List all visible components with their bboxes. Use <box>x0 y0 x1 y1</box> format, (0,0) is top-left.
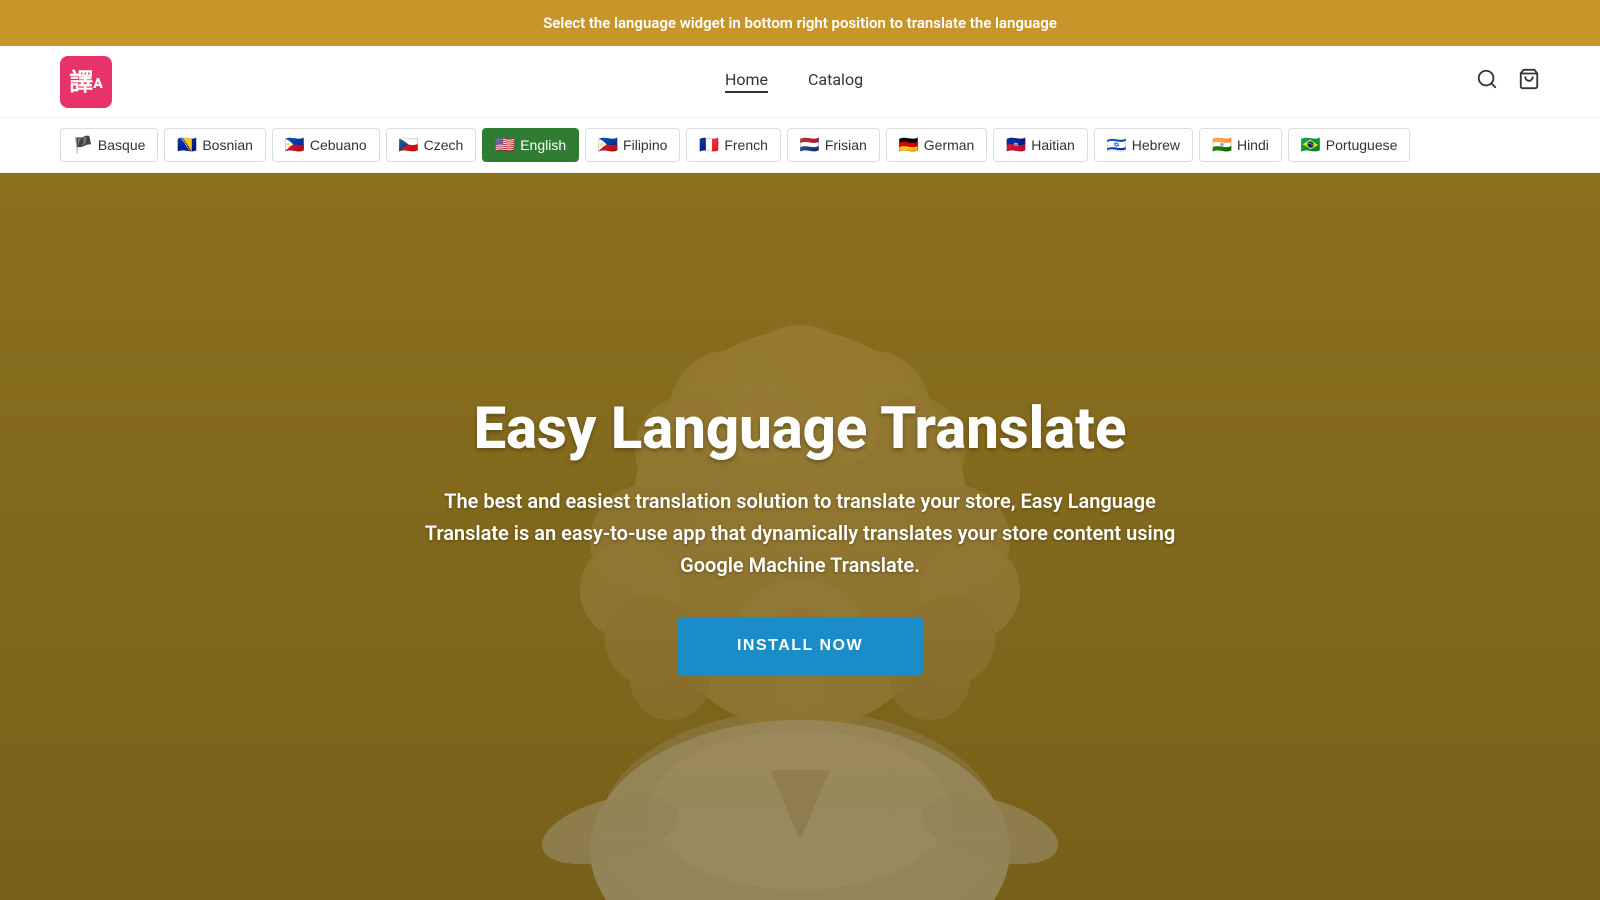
lang-btn-haitian[interactable]: 🇭🇹 Haitian <box>993 128 1088 162</box>
nav-home[interactable]: Home <box>725 70 768 93</box>
nav-catalog[interactable]: Catalog <box>808 70 863 93</box>
cart-icon <box>1518 68 1540 90</box>
hero-title: Easy Language Translate <box>415 398 1185 462</box>
lang-btn-frisian[interactable]: 🇳🇱 Frisian <box>787 128 880 162</box>
lang-btn-german[interactable]: 🇩🇪 German <box>886 128 988 162</box>
lang-label-basque: Basque <box>98 137 145 153</box>
header-actions <box>1476 68 1540 96</box>
lang-label-hindi: Hindi <box>1237 137 1269 153</box>
lang-label-bosnian: Bosnian <box>202 137 253 153</box>
language-bar: 🏴 Basque 🇧🇦 Bosnian 🇵🇭 Cebuano 🇨🇿 Czech 🇺🇸 Englis… <box>0 118 1600 173</box>
lang-btn-french[interactable]: 🇫🇷 French <box>686 128 781 162</box>
top-banner: Select the language widget in bottom rig… <box>0 0 1600 46</box>
main-nav: Home Catalog <box>112 70 1476 93</box>
lang-btn-hebrew[interactable]: 🇮🇱 Hebrew <box>1094 128 1193 162</box>
lang-label-french: French <box>724 137 768 153</box>
lang-label-portuguese: Portuguese <box>1326 137 1398 153</box>
lang-label-german: German <box>924 137 975 153</box>
lang-btn-bosnian[interactable]: 🇧🇦 Bosnian <box>164 128 266 162</box>
hero-subtitle: The best and easiest translation solutio… <box>415 485 1185 581</box>
lang-label-hebrew: Hebrew <box>1132 137 1180 153</box>
flag-icon-basque: 🏴 <box>73 135 93 155</box>
hero-section: Easy Language Translate The best and eas… <box>0 173 1600 900</box>
flag-icon-czech: 🇨🇿 <box>399 135 419 155</box>
flag-icon-filipino: 🇵🇭 <box>598 135 618 155</box>
lang-label-cebuano: Cebuano <box>310 137 367 153</box>
lang-btn-filipino[interactable]: 🇵🇭 Filipino <box>585 128 680 162</box>
flag-icon-haitian: 🇭🇹 <box>1006 135 1026 155</box>
hero-content: Easy Language Translate The best and eas… <box>375 398 1225 676</box>
banner-text: Select the language widget in bottom rig… <box>543 14 1057 32</box>
lang-btn-portuguese[interactable]: 🇧🇷 Portuguese <box>1288 128 1411 162</box>
lang-btn-hindi[interactable]: 🇮🇳 Hindi <box>1199 128 1282 162</box>
lang-label-filipino: Filipino <box>623 137 667 153</box>
flag-icon-cebuano: 🇵🇭 <box>285 135 305 155</box>
flag-icon-german: 🇩🇪 <box>899 135 919 155</box>
flag-icon-hebrew: 🇮🇱 <box>1107 135 1127 155</box>
lang-btn-english[interactable]: 🇺🇸 English <box>482 128 579 162</box>
logo: 譯A <box>60 56 112 108</box>
lang-label-haitian: Haitian <box>1031 137 1075 153</box>
flag-icon-hindi: 🇮🇳 <box>1212 135 1232 155</box>
flag-icon-bosnian: 🇧🇦 <box>177 135 197 155</box>
lang-btn-basque[interactable]: 🏴 Basque <box>60 128 158 162</box>
lang-label-english: English <box>520 137 566 153</box>
flag-icon-french: 🇫🇷 <box>699 135 719 155</box>
flag-icon-portuguese: 🇧🇷 <box>1301 135 1321 155</box>
install-now-button[interactable]: INSTALL NOW <box>677 617 923 675</box>
search-button[interactable] <box>1476 68 1498 96</box>
header: 譯A Home Catalog <box>0 46 1600 118</box>
lang-label-frisian: Frisian <box>825 137 867 153</box>
cart-button[interactable] <box>1518 68 1540 96</box>
lang-btn-czech[interactable]: 🇨🇿 Czech <box>386 128 477 162</box>
flag-icon-frisian: 🇳🇱 <box>800 135 820 155</box>
search-icon <box>1476 68 1498 90</box>
lang-btn-cebuano[interactable]: 🇵🇭 Cebuano <box>272 128 380 162</box>
logo-icon: 譯A <box>69 70 103 94</box>
lang-label-czech: Czech <box>424 137 464 153</box>
flag-icon-english: 🇺🇸 <box>495 135 515 155</box>
